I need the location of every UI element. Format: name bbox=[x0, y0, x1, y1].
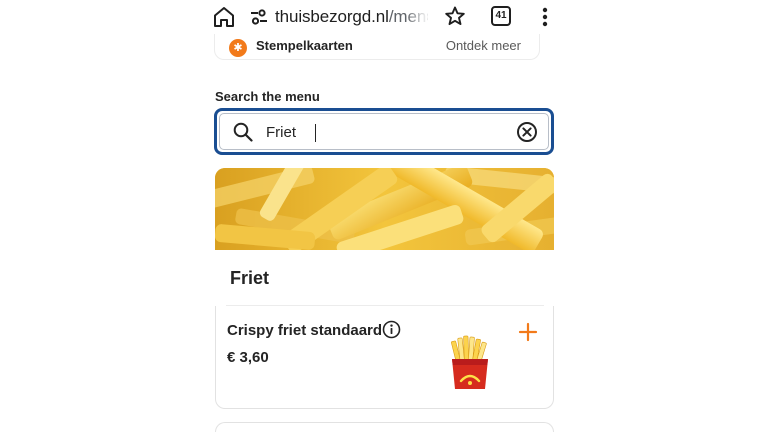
home-icon[interactable] bbox=[211, 4, 237, 30]
url-fade bbox=[406, 3, 428, 31]
bookmark-star-icon[interactable] bbox=[444, 5, 466, 27]
search-input[interactable] bbox=[266, 121, 496, 143]
info-icon[interactable] bbox=[382, 320, 401, 339]
category-hero-image bbox=[215, 168, 554, 250]
search-box[interactable] bbox=[214, 108, 554, 155]
site-settings-icon[interactable] bbox=[250, 9, 268, 25]
add-to-basket-icon[interactable] bbox=[516, 320, 540, 344]
address-bar[interactable]: thuisbezorgd.nl/menu bbox=[240, 3, 428, 31]
stamp-cards-label: Stempelkaarten bbox=[256, 38, 353, 53]
more-menu-icon[interactable] bbox=[536, 5, 554, 29]
tab-switcher-button[interactable]: 41 bbox=[491, 6, 511, 26]
search-icon bbox=[233, 122, 253, 142]
text-caret bbox=[315, 124, 316, 142]
fries-image bbox=[447, 335, 493, 391]
search-label: Search the menu bbox=[215, 89, 320, 104]
screen: thuisbezorgd.nl/menu 41 ✱ Stempelkaarten… bbox=[0, 0, 768, 432]
menu-item-card[interactable]: Crispy friet standaard € 3,60 bbox=[215, 306, 554, 409]
menu-item-price: € 3,60 bbox=[227, 349, 269, 366]
next-menu-item-card[interactable] bbox=[215, 422, 554, 432]
clear-search-icon[interactable] bbox=[516, 121, 538, 143]
stamp-card-icon: ✱ bbox=[229, 39, 247, 57]
browser-toolbar: thuisbezorgd.nl/menu 41 bbox=[200, 0, 568, 34]
url-domain: thuisbezorgd.nl bbox=[275, 7, 389, 26]
menu-page: ✱ Stempelkaarten Ontdek meer Search the … bbox=[200, 22, 568, 432]
discover-more-link[interactable]: Ontdek meer bbox=[446, 38, 521, 53]
category-title: Friet bbox=[230, 268, 270, 288]
menu-item-name: Crispy friet standaard bbox=[227, 322, 383, 339]
